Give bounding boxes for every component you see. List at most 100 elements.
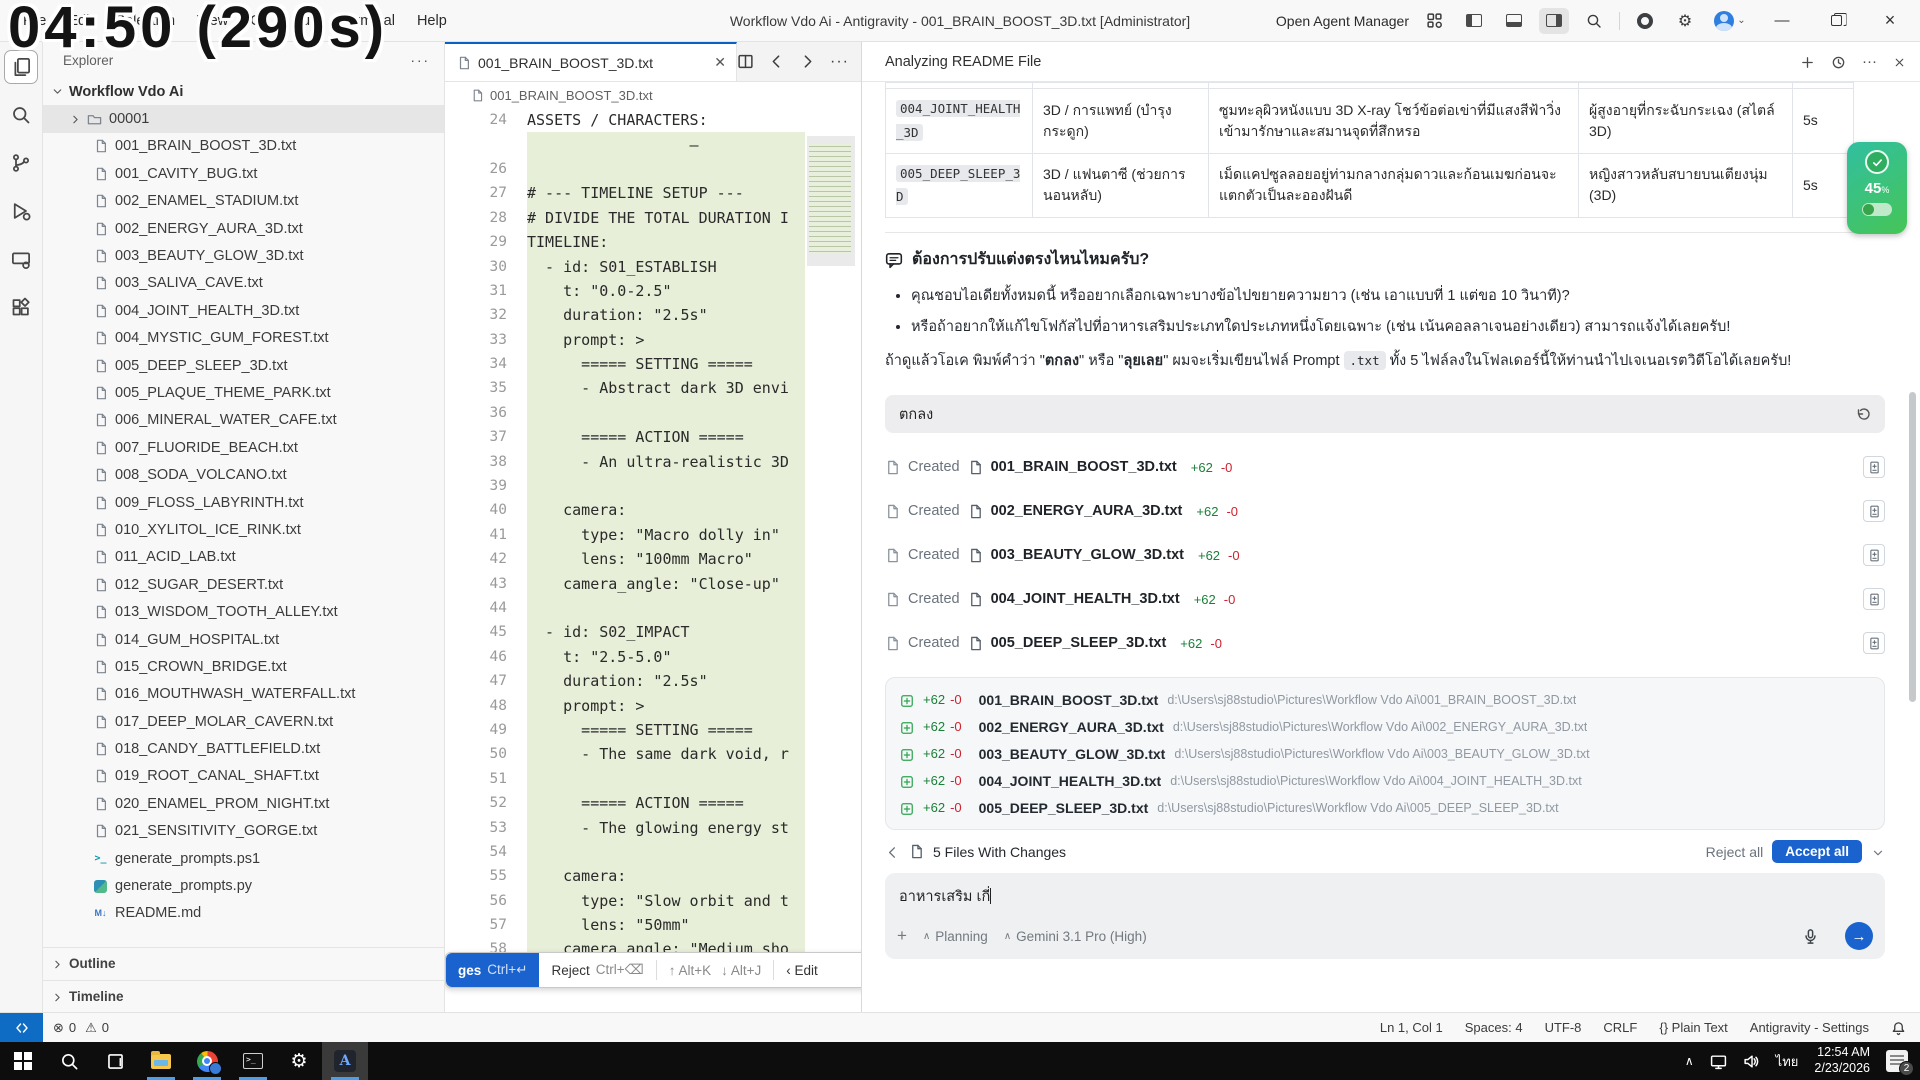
accept-all-button[interactable]: Accept all bbox=[1772, 840, 1862, 863]
close-tab-icon[interactable]: ✕ bbox=[714, 54, 726, 71]
tree-file-item[interactable]: >_ M↓ 002_ENAMEL_STADIUM.txt bbox=[43, 188, 444, 215]
created-file-row[interactable]: Created 003_BEAUTY_GLOW_3D.txt +62 -0 bbox=[885, 533, 1885, 577]
history-icon[interactable] bbox=[1831, 53, 1846, 70]
menu-item[interactable]: Edit bbox=[59, 9, 102, 33]
navigate-back-icon[interactable] bbox=[768, 53, 785, 70]
back-arrow-icon[interactable] bbox=[885, 843, 900, 860]
open-diff-icon[interactable] bbox=[1863, 632, 1885, 654]
agent-manager-icon[interactable] bbox=[1419, 8, 1449, 34]
file-change-row[interactable]: +62 -0 001_BRAIN_BOOST_3D.txt d:\Users\s… bbox=[900, 686, 1870, 713]
chrome-icon[interactable] bbox=[184, 1042, 230, 1080]
task-view-icon[interactable] bbox=[92, 1042, 138, 1080]
taskbar-search-icon[interactable] bbox=[46, 1042, 92, 1080]
tree-file-item[interactable]: >_ M↓ 010_XYLITOL_ICE_RINK.txt bbox=[43, 516, 444, 543]
tree-file-item[interactable]: >_ M↓ 004_MYSTIC_GUM_FOREST.txt bbox=[43, 325, 444, 352]
tree-file-item[interactable]: >_ M↓ 007_FLUORIDE_BEACH.txt bbox=[43, 434, 444, 461]
tree-file-item[interactable]: >_ M↓ 018_CANDY_BATTLEFIELD.txt bbox=[43, 735, 444, 762]
settings-app-icon[interactable]: ⚙ bbox=[276, 1042, 322, 1080]
chat-input[interactable]: อาหารเสริม เกี่ + ∧Planning ∧Gemini 3.1 … bbox=[885, 873, 1885, 959]
open-diff-icon[interactable] bbox=[1863, 544, 1885, 566]
menu-item[interactable]: View bbox=[188, 9, 237, 33]
menu-item[interactable]: Help bbox=[408, 9, 456, 33]
tree-file-item[interactable]: >_ M↓ 016_MOUTHWASH_WATERFALL.txt bbox=[43, 681, 444, 708]
tree-file-item[interactable]: >_ M↓ generate_prompts.py bbox=[43, 872, 444, 899]
app-settings[interactable]: Antigravity - Settings bbox=[1750, 1020, 1869, 1035]
sidebar-section-outline[interactable]: Outline bbox=[43, 947, 444, 979]
more-actions-icon[interactable]: ··· bbox=[830, 53, 849, 71]
reject-changes-button[interactable]: RejectCtrl+⌫ bbox=[539, 953, 655, 987]
file-change-row[interactable]: +62 -0 004_JOINT_HEALTH_3D.txt d:\Users\… bbox=[900, 767, 1870, 794]
toggle-bottom-panel-icon[interactable] bbox=[1499, 8, 1529, 34]
undo-icon[interactable] bbox=[1855, 406, 1871, 422]
remote-explorer-icon[interactable] bbox=[4, 242, 38, 276]
source-control-icon[interactable] bbox=[4, 146, 38, 180]
tree-file-item[interactable]: >_ M↓ 002_ENERGY_AURA_3D.txt bbox=[43, 215, 444, 242]
edit-button[interactable]: ‹ Edit bbox=[774, 953, 830, 987]
open-diff-icon[interactable] bbox=[1863, 500, 1885, 522]
created-file-row[interactable]: Created 004_JOINT_HEALTH_3D.txt +62 -0 bbox=[885, 577, 1885, 621]
reject-all-button[interactable]: Reject all bbox=[1706, 844, 1764, 860]
bell-icon[interactable] bbox=[1891, 1019, 1906, 1035]
new-conversation-icon[interactable] bbox=[1800, 53, 1815, 70]
language-mode[interactable]: {} Plain Text bbox=[1659, 1020, 1727, 1035]
run-debug-icon[interactable] bbox=[4, 194, 38, 228]
explorer-more-icon[interactable]: ··· bbox=[411, 53, 431, 68]
tree-file-item[interactable]: >_ M↓ 001_BRAIN_BOOST_3D.txt bbox=[43, 133, 444, 160]
more-options-icon[interactable]: ··· bbox=[1862, 53, 1877, 70]
created-file-row[interactable]: Created 005_DEEP_SLEEP_3D.txt +62 -0 bbox=[885, 621, 1885, 665]
tree-file-item[interactable]: >_ M↓ 021_SENSITIVITY_GORGE.txt bbox=[43, 818, 444, 845]
file-change-row[interactable]: +62 -0 002_ENERGY_AURA_3D.txt d:\Users\s… bbox=[900, 713, 1870, 740]
minimap[interactable] bbox=[807, 108, 855, 1008]
tree-file-item[interactable]: >_ M↓ generate_prompts.ps1 bbox=[43, 845, 444, 872]
extensions-icon[interactable] bbox=[4, 290, 38, 324]
close-panel-icon[interactable] bbox=[1893, 53, 1906, 70]
tree-file-item[interactable]: >_ M↓ 020_ENAMEL_PROM_NIGHT.txt bbox=[43, 790, 444, 817]
menu-item[interactable]: Run bbox=[283, 9, 328, 33]
open-diff-icon[interactable] bbox=[1863, 456, 1885, 478]
eol-sequence[interactable]: CRLF bbox=[1603, 1020, 1637, 1035]
menu-item[interactable]: Go bbox=[241, 9, 278, 33]
panel-scrollbar[interactable] bbox=[1909, 392, 1916, 702]
sidebar-section-timeline[interactable]: Timeline bbox=[43, 980, 444, 1012]
remote-indicator[interactable] bbox=[0, 1013, 43, 1042]
accept-changes-button[interactable]: gesCtrl+↵ bbox=[446, 953, 539, 987]
tree-file-item[interactable]: >_ M↓ 006_MINERAL_WATER_CAFE.txt bbox=[43, 407, 444, 434]
search-icon[interactable] bbox=[1579, 8, 1609, 34]
created-file-row[interactable]: Created 001_BRAIN_BOOST_3D.txt +62 -0 bbox=[885, 445, 1885, 489]
minimize-button[interactable]: — bbox=[1760, 1, 1804, 41]
tree-folder-00001[interactable]: 00001 bbox=[43, 105, 444, 132]
menu-item[interactable]: Terminal bbox=[331, 9, 404, 33]
terminal-app-icon[interactable]: >_ bbox=[230, 1042, 276, 1080]
menu-item[interactable]: File bbox=[14, 9, 55, 33]
widget-toggle[interactable] bbox=[1862, 203, 1892, 216]
file-change-row[interactable]: +62 -0 003_BEAUTY_GLOW_3D.txt d:\Users\s… bbox=[900, 740, 1870, 767]
tree-root-workspace[interactable]: Workflow Vdo Ai bbox=[43, 78, 444, 105]
chevron-down-icon[interactable] bbox=[1871, 843, 1885, 859]
tree-file-item[interactable]: >_ M↓ 014_GUM_HOSPITAL.txt bbox=[43, 626, 444, 653]
account-avatar[interactable]: ⌄ bbox=[1710, 8, 1750, 34]
mode-selector[interactable]: ∧Planning bbox=[923, 929, 988, 944]
tree-file-item[interactable]: >_ M↓ 003_BEAUTY_GLOW_3D.txt bbox=[43, 242, 444, 269]
mic-icon[interactable] bbox=[1802, 928, 1819, 945]
next-change-button[interactable]: ↓ Alt+J bbox=[709, 953, 773, 987]
tree-file-item[interactable]: >_ M↓ 005_PLAQUE_THEME_PARK.txt bbox=[43, 379, 444, 406]
problems-indicator[interactable]: ⊗0 ⚠0 bbox=[43, 1020, 109, 1036]
breadcrumb[interactable]: 001_BRAIN_BOOST_3D.txt bbox=[445, 82, 861, 108]
explorer-icon[interactable] bbox=[4, 50, 38, 84]
tree-file-item[interactable]: >_ M↓ 012_SUGAR_DESERT.txt bbox=[43, 571, 444, 598]
open-diff-icon[interactable] bbox=[1863, 588, 1885, 610]
notification-center-icon[interactable]: 2 bbox=[1886, 1050, 1908, 1072]
volume-icon[interactable] bbox=[1743, 1052, 1760, 1069]
tree-file-item[interactable]: >_ M↓ 003_SALIVA_CAVE.txt bbox=[43, 270, 444, 297]
split-editor-icon[interactable] bbox=[737, 53, 754, 70]
tree-file-item[interactable]: >_ M↓ 009_FLOSS_LABYRINTH.txt bbox=[43, 489, 444, 516]
file-change-row[interactable]: +62 -0 005_DEEP_SLEEP_3D.txt d:\Users\sj… bbox=[900, 794, 1870, 821]
maximize-button[interactable] bbox=[1814, 1, 1858, 41]
tree-file-item[interactable]: >_ M↓ 001_CAVITY_BUG.txt bbox=[43, 160, 444, 187]
tree-file-item[interactable]: >_ M↓ 011_ACID_LAB.txt bbox=[43, 544, 444, 571]
cursor-position[interactable]: Ln 1, Col 1 bbox=[1380, 1020, 1443, 1035]
browser-icon[interactable] bbox=[1630, 8, 1660, 34]
open-agent-manager-button[interactable]: Open Agent Manager bbox=[1276, 13, 1409, 29]
search-sidebar-icon[interactable] bbox=[4, 98, 38, 132]
toggle-left-sidebar-icon[interactable] bbox=[1459, 8, 1489, 34]
